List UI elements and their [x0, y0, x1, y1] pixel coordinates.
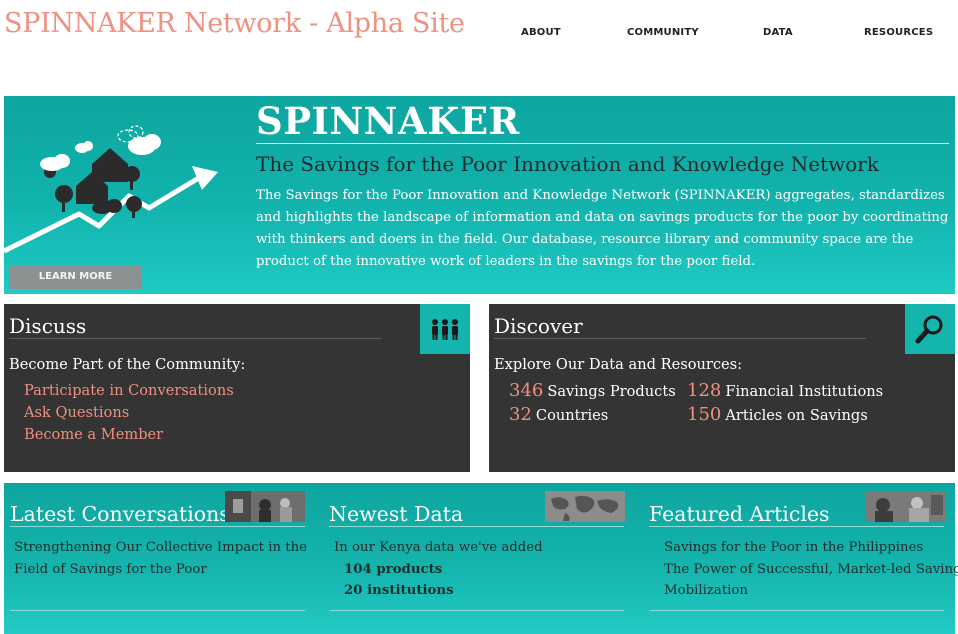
nav-data[interactable]: DATA — [763, 27, 793, 38]
learn-more-button[interactable]: LEARN MORE — [9, 265, 142, 289]
articles-bottom-divider — [649, 610, 944, 611]
articles-divider — [649, 526, 944, 527]
stat-label: Articles on Savings — [725, 407, 868, 424]
articles-thumbnail — [865, 491, 945, 522]
stat-label: Countries — [535, 407, 609, 424]
conversations-thumbnail — [225, 491, 305, 522]
data-institutions[interactable]: 20 institutions — [344, 583, 454, 598]
growth-illustration — [4, 125, 218, 254]
data-bottom-divider — [329, 610, 624, 611]
discuss-panel: Discuss Become Part of the Community: Pa… — [4, 304, 470, 472]
world-map-thumbnail — [545, 491, 625, 522]
stat-financial-institutions[interactable]: 128 Financial Institutions — [687, 380, 883, 401]
discover-panel: Discover Explore Our Data and Resources:… — [489, 304, 955, 472]
discover-subtitle: Explore Our Data and Resources: — [494, 356, 743, 373]
hero-description: The Savings for the Poor Innovation and … — [256, 188, 949, 269]
nav-resources[interactable]: RESOURCES — [864, 27, 933, 38]
conversation-link-line2[interactable]: Field of Savings for the Poor — [14, 562, 207, 577]
stat-savings-products[interactable]: 346 Savings Products — [509, 380, 676, 401]
data-products[interactable]: 104 products — [344, 562, 442, 577]
hero-divider — [256, 143, 949, 144]
bottom-band: Latest Conversations Strengthening Our C… — [4, 483, 958, 634]
stat-number: 128 — [687, 380, 722, 401]
magnifier-icon[interactable] — [905, 304, 955, 354]
become-member-link[interactable]: Become a Member — [24, 426, 163, 443]
featured-articles-title[interactable]: Featured Articles — [649, 502, 830, 526]
article-link-philippines[interactable]: Savings for the Poor in the Philippines — [664, 540, 923, 555]
stat-countries[interactable]: 32 Countries — [509, 404, 608, 425]
people-group-icon[interactable] — [420, 304, 470, 354]
article-link-market-led[interactable]: The Power of Successful, Market-led Savi… — [664, 562, 958, 577]
discuss-divider — [9, 338, 381, 339]
latest-conversations-title[interactable]: Latest Conversations — [10, 502, 230, 526]
hero-subtitle: The Savings for the Poor Innovation and … — [256, 152, 879, 176]
conversation-link-line1[interactable]: Strengthening Our Collective Impact in t… — [14, 540, 307, 555]
participate-link[interactable]: Participate in Conversations — [24, 382, 234, 399]
data-intro: In our Kenya data we've added — [334, 540, 543, 555]
data-divider — [329, 526, 624, 527]
discover-divider — [494, 338, 866, 339]
stat-label: Financial Institutions — [725, 383, 884, 400]
stat-label: Savings Products — [547, 383, 676, 400]
stat-number: 150 — [687, 404, 722, 425]
stat-number: 32 — [509, 404, 532, 425]
conversations-bottom-divider — [10, 610, 305, 611]
stat-articles[interactable]: 150 Articles on Savings — [687, 404, 868, 425]
article-link-mobilization[interactable]: Mobilization — [664, 583, 748, 598]
hero-heading: SPINNAKER — [256, 99, 520, 143]
nav-community[interactable]: COMMUNITY — [627, 27, 699, 38]
newest-data-title[interactable]: Newest Data — [329, 502, 463, 526]
hero-banner: LEARN MORE SPINNAKER The Savings for the… — [4, 96, 955, 294]
discuss-subtitle: Become Part of the Community: — [9, 356, 246, 373]
discuss-title: Discuss — [9, 314, 87, 338]
discover-title: Discover — [494, 314, 583, 338]
site-title[interactable]: SPINNAKER Network - Alpha Site — [4, 8, 465, 39]
stat-number: 346 — [509, 380, 544, 401]
ask-questions-link[interactable]: Ask Questions — [24, 404, 129, 421]
nav-about[interactable]: ABOUT — [521, 27, 561, 38]
conversations-divider — [10, 526, 305, 527]
